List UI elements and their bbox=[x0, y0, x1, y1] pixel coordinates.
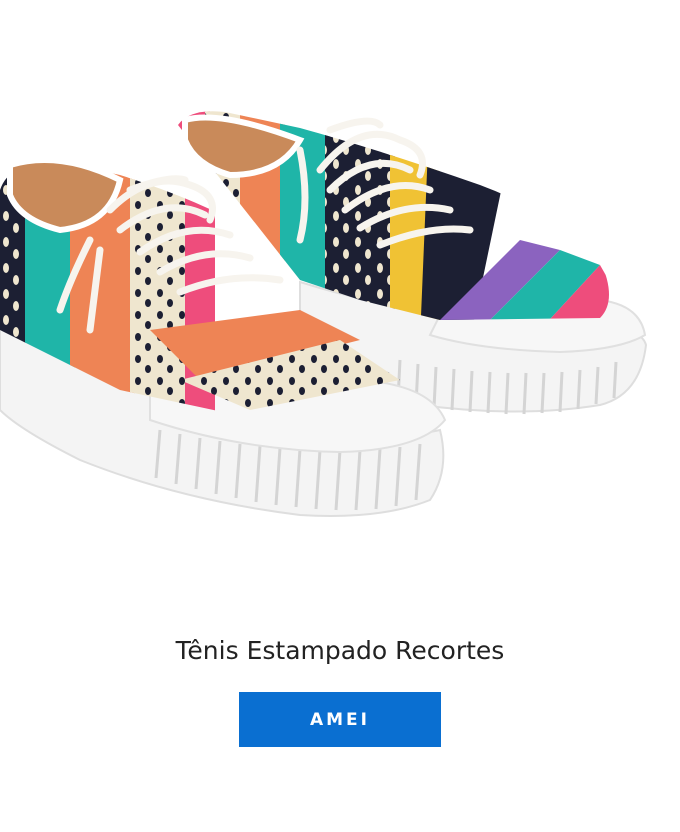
product-title: Tênis Estampado Recortes bbox=[175, 636, 505, 665]
product-image[interactable] bbox=[0, 0, 680, 600]
sneaker-illustration bbox=[0, 111, 648, 517]
amei-button[interactable]: AMEI bbox=[239, 692, 441, 747]
product-card: Tênis Estampado Recortes AMEI bbox=[0, 0, 680, 832]
